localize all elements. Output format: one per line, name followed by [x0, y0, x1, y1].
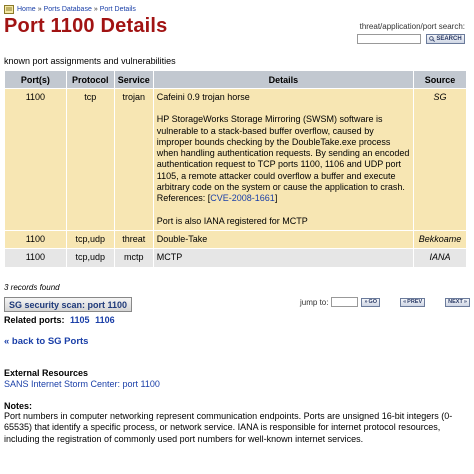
search-input[interactable]	[357, 34, 421, 44]
table-row: 1100 tcp,udp threat Double-Take Bekkoame	[4, 229, 467, 250]
search-button[interactable]: SEARCH	[426, 34, 465, 44]
sans-isc-link[interactable]: SANS Internet Storm Center: port 1100	[4, 379, 160, 389]
service-cell: threat	[113, 229, 154, 250]
details-cell: MCTP	[152, 248, 415, 268]
related-port-link[interactable]: 1106	[95, 315, 115, 325]
details-paragraph: Port is also IANA registered for MCTP	[156, 215, 308, 226]
search-icon	[429, 36, 436, 42]
service-cell: mctp	[113, 248, 154, 268]
port-cell: 1100	[4, 229, 67, 250]
ports-table: Port(s) Protocol Service Details Source …	[4, 70, 467, 268]
notes-heading: Notes:	[4, 401, 33, 411]
notes-text: Port numbers in computer networking repr…	[4, 411, 453, 444]
details-paragraph: Cafeini 0.9 trojan horse	[156, 92, 250, 102]
table-row: 1100 tcp,udp mctp MCTP IANA	[4, 248, 467, 268]
next-arrow-icon: »	[463, 299, 467, 305]
prev-button-label: PREV	[407, 299, 423, 305]
source-cell: Bekkoame	[413, 229, 467, 250]
port-cell: 1100	[4, 88, 67, 231]
source-cell: IANA	[413, 248, 467, 268]
cve-link[interactable]: CVE-2008-1661	[210, 193, 275, 203]
back-to-sg-ports-link[interactable]: « back to SG Ports	[4, 336, 88, 347]
related-port-link[interactable]: 1105	[70, 315, 90, 325]
search-button-label: SEARCH	[436, 36, 462, 42]
breadcrumb-port-details-link[interactable]: Port Details	[100, 6, 136, 13]
references-prefix: References: [	[156, 193, 211, 204]
related-ports: Related ports: 1105 1106	[4, 315, 115, 325]
column-header-details: Details	[152, 70, 415, 89]
next-button[interactable]: NEXT»	[445, 297, 470, 307]
column-header-service: Service	[113, 70, 154, 89]
column-header-ports: Port(s)	[4, 70, 67, 89]
protocol-cell: tcp,udp	[65, 248, 115, 268]
details-text: HP StorageWorks Storage Mirroring (SWSM)…	[156, 114, 410, 193]
prev-arrow-icon: «	[403, 299, 407, 305]
column-header-source: Source	[413, 70, 467, 89]
go-arrow-icon: »	[364, 299, 368, 305]
jump-input[interactable]	[331, 297, 359, 307]
security-scan-button[interactable]: SG security scan: port 1100	[4, 297, 133, 312]
next-button-label: NEXT	[448, 299, 463, 305]
details-cell: Double-Take	[152, 229, 415, 250]
records-found: 3 records found	[4, 283, 60, 292]
jump-label: jump to:	[300, 297, 329, 307]
breadcrumb: Home » Ports Database » Port Details	[4, 4, 136, 14]
search-label: threat/application/port search:	[359, 22, 465, 31]
column-header-protocol: Protocol	[65, 70, 115, 89]
protocol-cell: tcp	[65, 88, 115, 231]
service-cell: trojan	[113, 88, 154, 231]
related-ports-label: Related ports:	[4, 315, 65, 325]
page-title: Port 1100 Details	[4, 15, 168, 37]
protocol-cell: tcp,udp	[65, 229, 115, 250]
table-row: 1100 tcp trojan Cafeini 0.9 trojan horse…	[4, 88, 467, 231]
page-subtitle: known port assignments and vulnerabiliti…	[4, 56, 176, 66]
external-resources-heading: External Resources	[4, 368, 89, 378]
port-cell: 1100	[4, 248, 67, 268]
details-cell: Cafeini 0.9 trojan horse HP StorageWorks…	[152, 88, 415, 231]
go-button[interactable]: » GO	[361, 297, 381, 307]
jump-to-control: jump to: » GO «PREV NEXT»	[300, 297, 470, 307]
prev-button[interactable]: «PREV	[400, 297, 426, 307]
details-paragraph: HP StorageWorks Storage Mirroring (SWSM)…	[157, 114, 410, 204]
breadcrumb-home-link[interactable]: Home	[17, 6, 36, 13]
breadcrumb-separator: »	[93, 5, 98, 13]
table-header-row: Port(s) Protocol Service Details Source	[4, 70, 467, 89]
breadcrumb-separator: »	[37, 5, 42, 13]
breadcrumb-ports-database-link[interactable]: Ports Database	[44, 6, 92, 13]
home-icon[interactable]	[4, 4, 14, 14]
source-cell: SG	[413, 88, 467, 231]
references-suffix: ]	[274, 193, 278, 204]
go-button-label: GO	[368, 299, 378, 305]
